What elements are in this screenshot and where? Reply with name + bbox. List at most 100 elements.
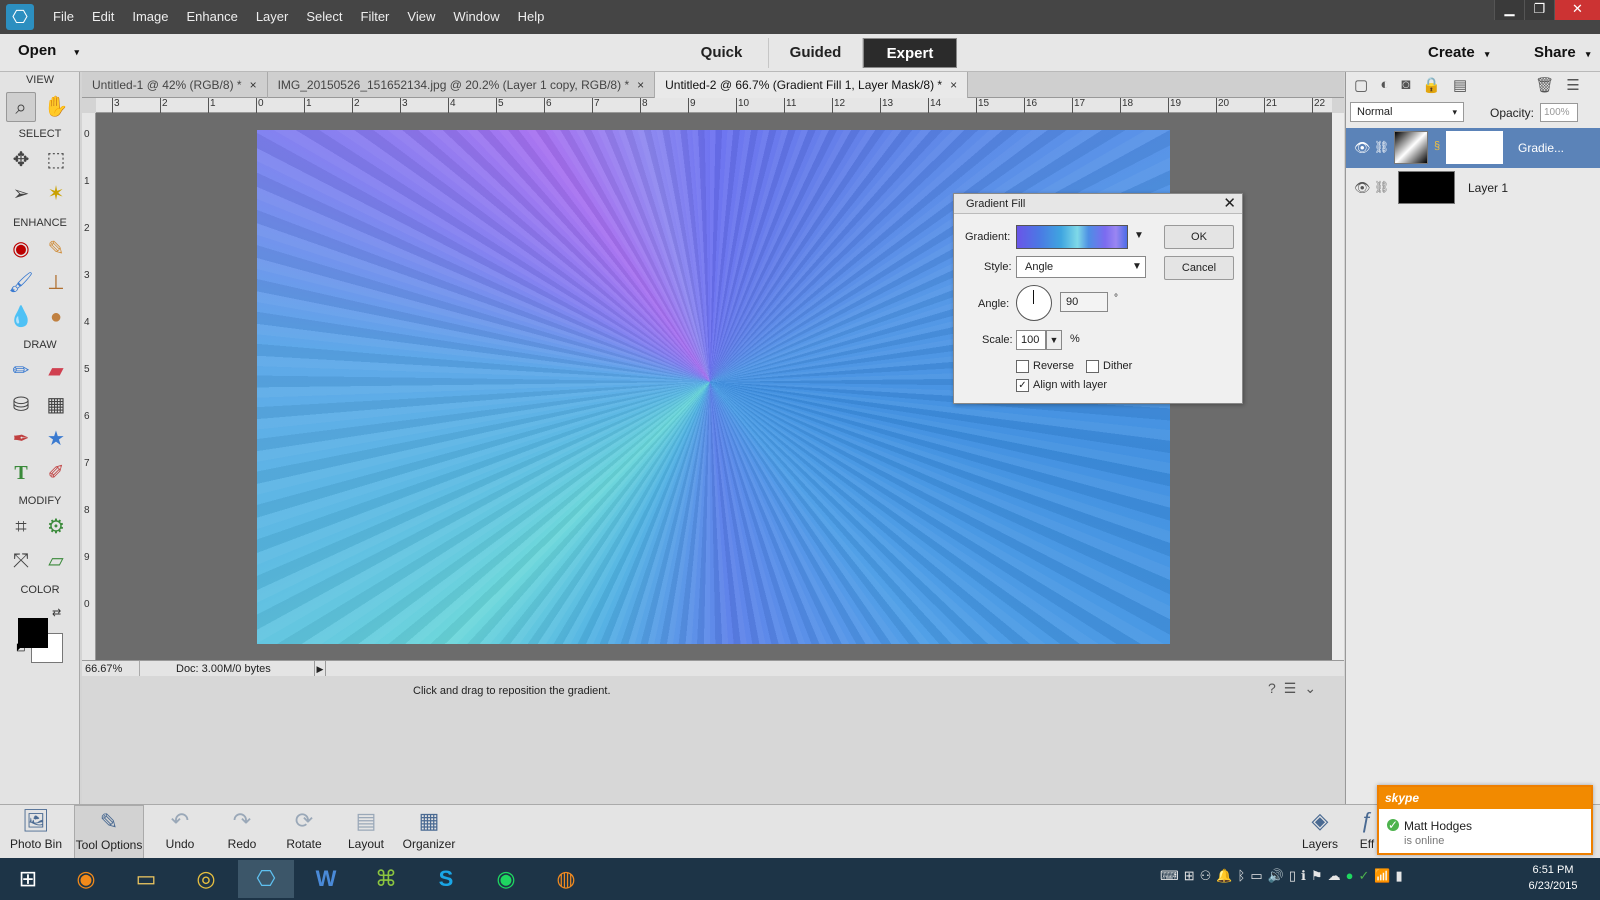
chevron-down-icon[interactable]: ▼ [1134,230,1144,241]
trash-icon[interactable]: 🗑 [1535,76,1554,94]
move-tool-icon[interactable]: ✥ [6,145,36,175]
clone-stamp-tool-icon[interactable]: ⊥ [41,268,71,298]
status-menu-arrow-icon[interactable]: ▶ [314,661,326,677]
pencil-tool-icon[interactable]: ✐ [41,458,71,488]
rotate-button[interactable]: ⟳ Rotate [272,805,336,859]
magic-wand-tool-icon[interactable]: ✶ [41,179,71,209]
shape-tool-icon[interactable]: ★ [41,424,71,454]
photoshop-elements-icon[interactable]: ⎔ [238,860,294,898]
menu-window[interactable]: Window [444,0,508,34]
menu-help[interactable]: Help [509,0,554,34]
content-aware-move-tool-icon[interactable]: ⤧ [6,546,36,576]
menu-filter[interactable]: Filter [352,0,399,34]
chrome-icon[interactable]: ◎ [178,860,234,898]
clock[interactable]: 6:51 PM 6/23/2015 [1518,862,1588,894]
layer-row-layer-1[interactable]: 👁 ⛓ Layer 1 [1346,168,1600,208]
eyedropper-tool-icon[interactable]: ✒ [6,424,36,454]
lock-transparency-icon[interactable]: ▤ [1453,76,1467,94]
help-icon[interactable]: ? [1268,680,1276,697]
layer-mask-thumbnail[interactable] [1446,131,1503,164]
skype-notification[interactable]: skype ✓ Matt Hodges is online [1377,785,1593,855]
opacity-input[interactable]: 100% [1540,103,1578,122]
scale-input[interactable]: 100 [1016,330,1046,350]
brush-tool-icon[interactable]: ✏ [6,356,36,386]
word-icon[interactable]: W [298,860,354,898]
menu-file[interactable]: File [44,0,83,34]
close-icon[interactable]: × [950,78,957,92]
mask-link-icon[interactable]: § [1434,140,1440,152]
options-menu-icon[interactable]: ☰ [1284,680,1297,697]
angle-dial[interactable] [1016,285,1052,321]
tab-untitled-1[interactable]: Untitled-1 @ 42% (RGB/8) * × [82,72,268,98]
blender-icon[interactable]: ◍ [538,860,594,898]
dither-checkbox[interactable] [1086,360,1099,373]
menu-edit[interactable]: Edit [83,0,123,34]
skype-icon[interactable]: S [418,860,474,898]
zoom-level[interactable]: 66.67% [82,661,140,677]
photo-bin-button[interactable]: 🖼 Photo Bin [4,805,68,859]
smart-brush-tool-icon[interactable]: 🖌 [6,268,36,298]
link-icon[interactable]: ⛓ [1374,180,1389,194]
windows-flag-icon[interactable]: ⊞ [1184,868,1195,884]
tablet-icon[interactable]: ▯ [1289,868,1296,884]
ok-button[interactable]: OK [1164,225,1234,249]
battery-icon[interactable]: ▮ [1396,868,1403,884]
share-button[interactable]: Share ▾ [1534,44,1590,61]
mode-quick[interactable]: Quick [675,38,769,68]
gradient-swatch[interactable] [1016,225,1128,249]
menu-image[interactable]: Image [123,0,177,34]
marquee-tool-icon[interactable]: ⬚ [41,145,71,175]
spotify-icon[interactable]: ◉ [478,860,534,898]
visibility-eye-icon[interactable]: 👁 [1354,140,1371,156]
layers-button[interactable]: ◈ Layers [1288,805,1352,859]
style-select[interactable]: Angle [1016,256,1146,278]
layer-mask-icon[interactable]: ◙ [1401,76,1410,94]
layer-row-gradient[interactable]: 👁 ⛓ § Gradie... [1346,128,1600,168]
lock-icon[interactable]: 🔒 [1422,76,1441,94]
create-button[interactable]: Create ▾ [1428,44,1489,61]
tab-img[interactable]: IMG_20150526_151652134.jpg @ 20.2% (Laye… [268,72,656,98]
menu-enhance[interactable]: Enhance [178,0,247,34]
open-button[interactable]: Open ▾ [18,42,79,59]
display-icon[interactable]: ▭ [1250,868,1262,884]
red-eye-tool-icon[interactable]: ◉ [6,234,36,264]
undo-button[interactable]: ↶ Undo [148,805,212,859]
tab-untitled-2[interactable]: Untitled-2 @ 66.7% (Gradient Fill 1, Lay… [655,72,969,98]
panel-menu-icon[interactable]: ☰ [1566,76,1579,94]
recompose-tool-icon[interactable]: ⚙ [41,512,71,542]
start-windows-icon[interactable]: ⊞ [0,860,56,898]
gradient-tool-icon[interactable]: ▦ [41,390,71,420]
file-explorer-icon[interactable]: ▭ [118,860,174,898]
keyboard-icon[interactable]: ⌨ [1160,868,1179,884]
menu-view[interactable]: View [398,0,444,34]
app-logo-icon[interactable]: ⎔ [6,4,34,30]
minimize-icon[interactable]: ▁ [1494,0,1524,20]
cancel-button[interactable]: Cancel [1164,256,1234,280]
notification-bell-icon[interactable]: 🔔 [1216,868,1232,884]
onedrive-cloud-icon[interactable]: ☁ [1328,868,1341,884]
reverse-checkbox[interactable] [1016,360,1029,373]
hand-tool-icon[interactable]: ✋ [41,92,71,122]
spotify-tray-icon[interactable]: ● [1346,868,1354,884]
chevron-down-icon[interactable]: ⌄ [1304,680,1316,697]
layout-button[interactable]: ▤ Layout [334,805,398,859]
blur-tool-icon[interactable]: 💧 [6,302,36,332]
paint-bucket-tool-icon[interactable]: ⛁ [6,390,36,420]
swap-colors-icon[interactable]: ⇄ [52,606,61,619]
organizer-button[interactable]: ▦ Organizer [394,805,464,859]
restore-icon[interactable]: ❐ [1524,0,1554,20]
menu-layer[interactable]: Layer [247,0,298,34]
close-icon[interactable]: × [637,78,644,92]
align-with-layer-checkbox[interactable]: ✓ [1016,379,1029,392]
new-layer-icon[interactable]: ▢ [1354,76,1368,94]
vertical-scrollbar[interactable] [1332,113,1344,660]
lasso-tool-icon[interactable]: ➢ [6,179,36,209]
straighten-tool-icon[interactable]: ⏥ [41,546,71,576]
chevron-down-icon[interactable]: ▼ [1046,330,1062,350]
adjustment-layer-icon[interactable]: ◐ [1380,76,1389,94]
link-icon[interactable]: ⛓ [1374,140,1389,154]
close-icon[interactable]: × [250,78,257,92]
firefox-icon[interactable]: ◉ [58,860,114,898]
angle-input[interactable]: 90 [1060,292,1108,312]
skype-tray-icon[interactable]: ✓ [1358,868,1369,884]
